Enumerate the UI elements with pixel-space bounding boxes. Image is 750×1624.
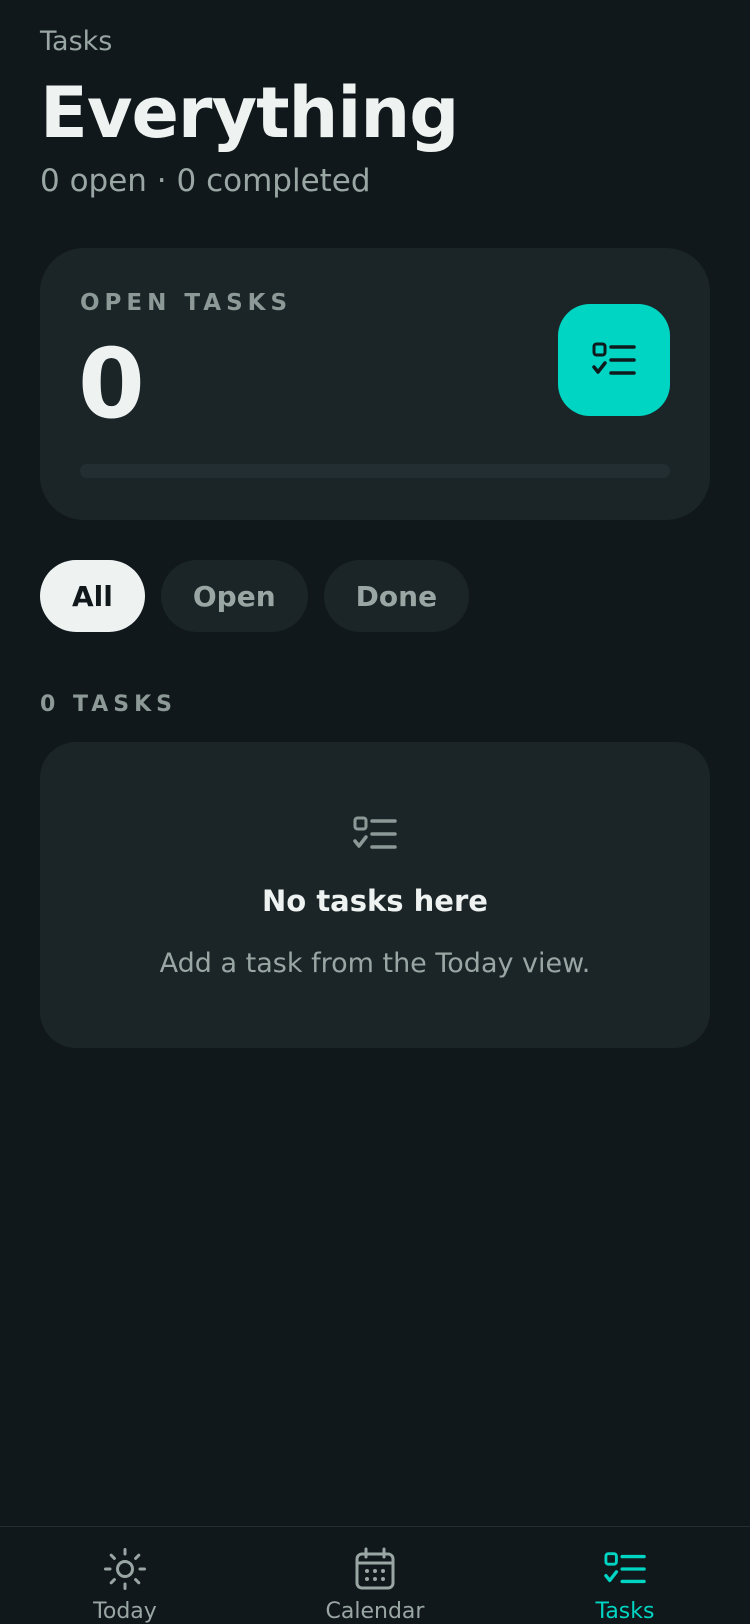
- empty-state-title: No tasks here: [262, 884, 488, 918]
- open-tasks-progress-bar: [80, 464, 670, 478]
- sun-icon: [104, 1548, 146, 1590]
- tab-tasks-label: Tasks: [595, 1599, 655, 1624]
- filter-done-chip[interactable]: Done: [323, 560, 470, 632]
- open-tasks-count: 0: [78, 328, 145, 440]
- tasks-screen: Tasks Everything 0 open · 0 completed OP…: [0, 0, 750, 1624]
- empty-state-subtitle: Add a task from the Today view.: [159, 948, 591, 979]
- tab-tasks[interactable]: Tasks: [500, 1527, 750, 1624]
- filter-all-chip[interactable]: All: [40, 560, 145, 632]
- empty-state-card: No tasks here Add a task from the Today …: [40, 742, 710, 1048]
- page-eyebrow: Tasks: [40, 26, 113, 57]
- tab-calendar-label: Calendar: [325, 1599, 425, 1624]
- filter-chips: All Open Done: [40, 560, 470, 632]
- task-list-icon: [353, 816, 397, 849]
- tab-calendar[interactable]: Calendar: [250, 1527, 500, 1624]
- open-tasks-label: OPEN TASKS: [80, 290, 293, 316]
- task-list-icon: [604, 1552, 646, 1584]
- open-tasks-card: OPEN TASKS 0: [40, 248, 710, 520]
- bottom-tab-bar: Today Calendar Tasks: [0, 1526, 750, 1624]
- page-subtitle: 0 open · 0 completed: [40, 163, 371, 199]
- open-tasks-badge: [558, 304, 670, 416]
- tab-today-label: Today: [93, 1599, 157, 1624]
- task-count-label: 0 TASKS: [40, 692, 178, 717]
- task-list-icon: [592, 342, 636, 375]
- calendar-icon: [355, 1547, 395, 1590]
- page-title: Everything: [40, 72, 459, 154]
- tab-today[interactable]: Today: [0, 1527, 250, 1624]
- filter-open-chip[interactable]: Open: [160, 560, 308, 632]
